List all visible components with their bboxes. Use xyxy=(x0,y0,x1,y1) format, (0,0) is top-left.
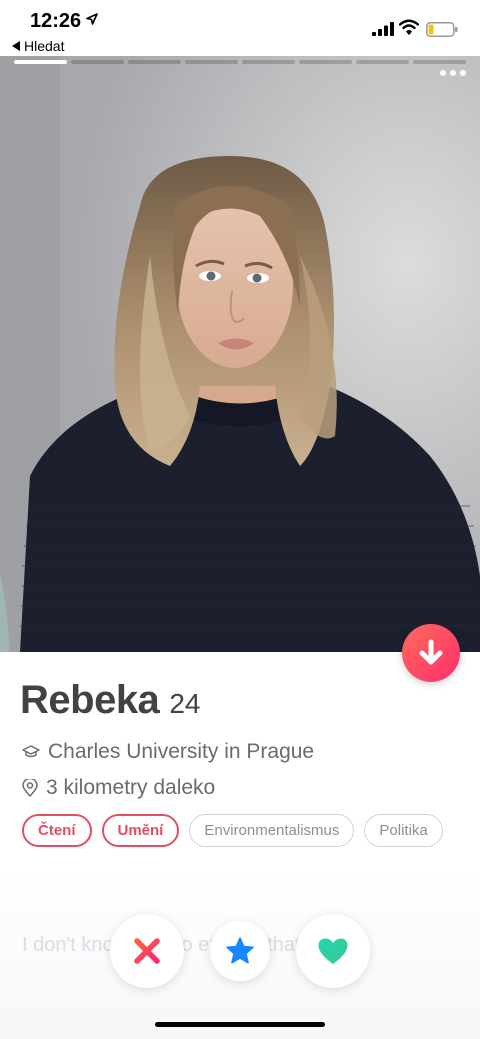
location-pin-icon xyxy=(22,779,38,797)
location-arrow-icon xyxy=(86,13,98,25)
status-time: 12:26 xyxy=(30,10,82,32)
interest-chip: Environmentalismus xyxy=(189,814,355,847)
photo-progress-indicator xyxy=(14,60,466,64)
status-bar: 12:26 Hledat xyxy=(0,0,480,54)
photo-progress-segment[interactable] xyxy=(14,60,67,64)
show-profile-details-button[interactable] xyxy=(402,624,460,682)
back-to-search-link[interactable]: Hledat xyxy=(12,38,64,54)
star-icon xyxy=(226,937,254,964)
heart-icon xyxy=(318,938,348,964)
more-dots-icon[interactable] xyxy=(440,70,466,76)
profile-screen: 12:26 Hledat Rebeka 24 Charles Universit… xyxy=(0,0,480,1039)
profile-photo[interactable] xyxy=(0,56,480,652)
profile-name: Rebeka xyxy=(20,678,160,722)
photo-progress-segment[interactable] xyxy=(128,60,181,64)
super-like-button[interactable] xyxy=(210,921,270,981)
photo-illustration xyxy=(0,56,480,652)
battery-icon xyxy=(426,22,458,37)
name-age-row: Rebeka 24 xyxy=(20,678,200,723)
nope-button[interactable] xyxy=(110,914,184,988)
interest-chip: Umění xyxy=(101,814,180,847)
close-x-icon xyxy=(134,938,160,964)
interest-chip: Politika xyxy=(364,814,443,847)
graduation-cap-icon xyxy=(22,745,40,758)
photo-progress-segment[interactable] xyxy=(413,60,466,64)
cellular-signal-icon xyxy=(372,22,394,36)
interest-chip: Čtení xyxy=(22,814,92,847)
photo-progress-segment[interactable] xyxy=(185,60,238,64)
distance-row: 3 kilometry daleko xyxy=(22,776,215,800)
wifi-icon xyxy=(399,19,419,35)
school-row: Charles University in Prague xyxy=(22,740,314,764)
back-arrow-icon xyxy=(12,41,20,51)
interests-list: Čtení Umění Environmentalismus Politika xyxy=(22,814,462,847)
distance-text: 3 kilometry daleko xyxy=(46,776,216,799)
photo-progress-segment[interactable] xyxy=(356,60,409,64)
arrow-down-icon xyxy=(419,639,443,665)
photo-progress-segment[interactable] xyxy=(242,60,295,64)
home-indicator[interactable] xyxy=(155,1022,325,1027)
photo-progress-segment[interactable] xyxy=(71,60,124,64)
like-button[interactable] xyxy=(296,914,370,988)
photo-progress-segment[interactable] xyxy=(299,60,352,64)
action-bar xyxy=(0,912,480,992)
back-label: Hledat xyxy=(24,38,65,54)
school-name: Charles University in Prague xyxy=(48,740,315,763)
profile-age: 24 xyxy=(169,688,201,719)
